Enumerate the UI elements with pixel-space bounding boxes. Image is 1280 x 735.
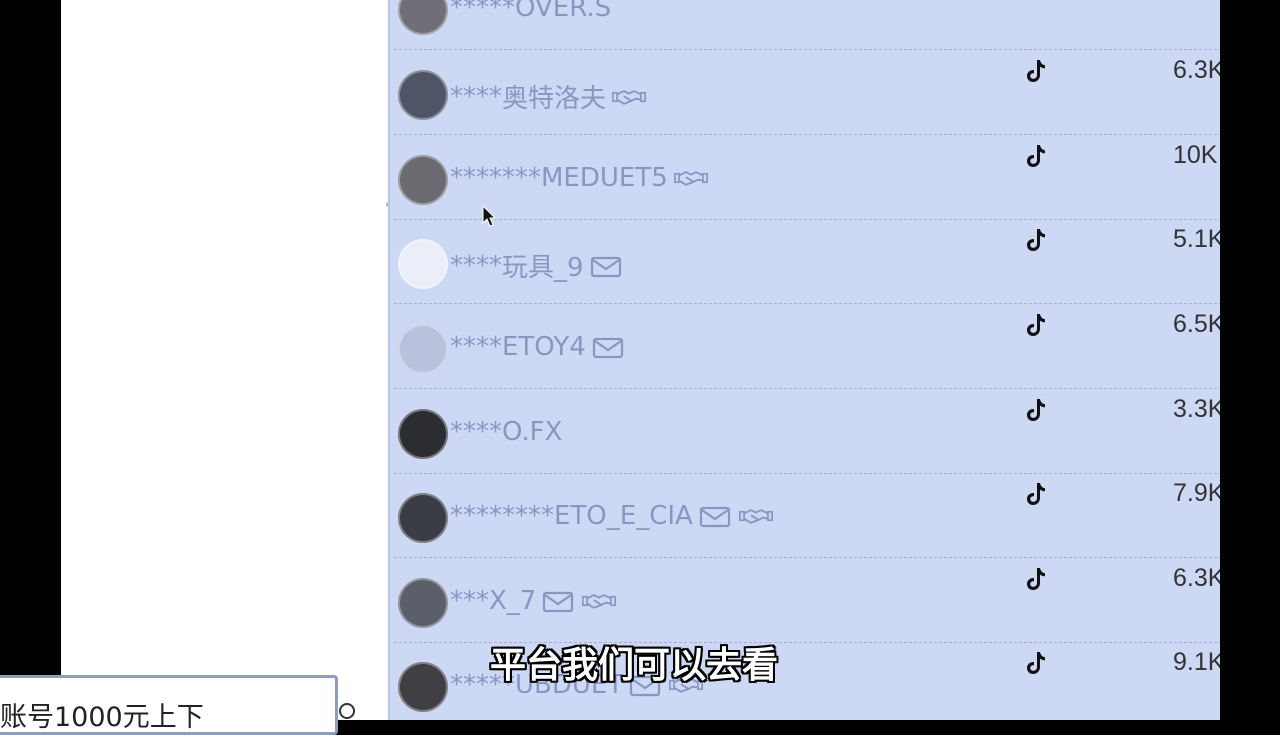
creator-row[interactable]: **** O.FX 3.3K — [394, 389, 1222, 474]
circle-icon[interactable] — [339, 703, 355, 719]
username-mask: ******* — [450, 163, 541, 193]
creator-list: *****OVER.S5K****奥特洛夫6.3K*******MEDUET51… — [388, 0, 1222, 720]
avatar[interactable] — [398, 239, 448, 289]
follower-count: 7.9K — [1173, 479, 1222, 507]
creator-username[interactable]: **** ETOY4 — [450, 332, 626, 362]
username-text: ETO_E_CIA — [554, 501, 693, 531]
username-text: OVER.S — [515, 0, 612, 23]
handshake-icon[interactable] — [582, 588, 617, 614]
follower-count: 6.3K — [1173, 564, 1222, 592]
avatar[interactable] — [398, 662, 448, 712]
username-mask: *** — [450, 586, 489, 616]
username-mask: **** — [450, 417, 502, 447]
creator-username[interactable]: **** 奥特洛夫 — [450, 78, 647, 115]
avatar[interactable] — [398, 0, 448, 35]
avatar[interactable] — [398, 493, 448, 543]
creator-username[interactable]: **** 玩具_9 — [450, 247, 624, 284]
avatar[interactable] — [398, 324, 448, 374]
follower-count: 3.3K — [1173, 395, 1222, 423]
follower-count: 10K — [1173, 141, 1218, 169]
follower-count: 6.3K — [1173, 56, 1222, 84]
creator-row[interactable]: **** ETOY4 6.5K — [394, 304, 1222, 389]
creator-username[interactable]: *** X_7 — [450, 586, 617, 616]
username-text: X_7 — [489, 586, 537, 616]
username-text: 奥特洛夫 — [502, 84, 607, 114]
mouse-cursor-icon — [482, 205, 497, 227]
username-mask: **** — [450, 332, 502, 362]
avatar[interactable] — [398, 409, 448, 459]
creator-row[interactable]: *** X_7 6.3K — [394, 558, 1222, 643]
username-mask: ******** — [450, 501, 554, 531]
username-text: ETOY4 — [502, 332, 586, 362]
follower-count: 9.1K — [1173, 648, 1222, 676]
username-mask: ***** — [450, 0, 515, 23]
mail-icon[interactable] — [592, 334, 626, 360]
window-edge — [1220, 0, 1280, 720]
follower-count: 5.1K — [1173, 225, 1222, 253]
handshake-icon[interactable] — [612, 84, 647, 110]
creator-row[interactable]: ******** ETO_E_CIA 7.9K — [394, 473, 1222, 558]
creator-username[interactable]: **** O.FX — [450, 417, 562, 447]
mail-icon[interactable] — [542, 588, 576, 614]
creator-row[interactable]: **** 奥特洛夫 6.3K — [394, 50, 1222, 135]
creator-row[interactable]: **** 玩具_9 5.1K — [394, 219, 1222, 304]
follower-count: 6.5K — [1173, 310, 1222, 338]
mail-icon[interactable] — [590, 253, 624, 279]
video-caption: 平台我们可以去看 — [490, 645, 779, 686]
handshake-icon[interactable] — [738, 503, 773, 529]
mail-icon[interactable] — [699, 503, 733, 529]
creator-username[interactable]: ******* MEDUET5 — [450, 163, 708, 193]
avatar[interactable] — [398, 70, 448, 120]
username-text: MEDUET5 — [541, 163, 668, 193]
username-mask: **** — [450, 250, 502, 281]
message-input-text[interactable]: 账号1000元上下 — [0, 695, 204, 734]
creator-username[interactable]: ******** ETO_E_CIA — [450, 501, 773, 531]
left-panel — [61, 0, 388, 720]
avatar[interactable] — [398, 155, 448, 205]
avatar[interactable] — [398, 578, 448, 628]
handshake-icon[interactable] — [673, 165, 708, 191]
username-mask: **** — [450, 81, 502, 112]
username-text: 玩具_9 — [502, 253, 584, 283]
username-text: O.FX — [502, 417, 563, 447]
creator-row[interactable]: *****OVER.S5K — [394, 0, 1222, 50]
creator-row[interactable]: ******* MEDUET5 10K — [394, 135, 1222, 220]
creator-username[interactable]: ***** OVER.S — [450, 0, 611, 23]
